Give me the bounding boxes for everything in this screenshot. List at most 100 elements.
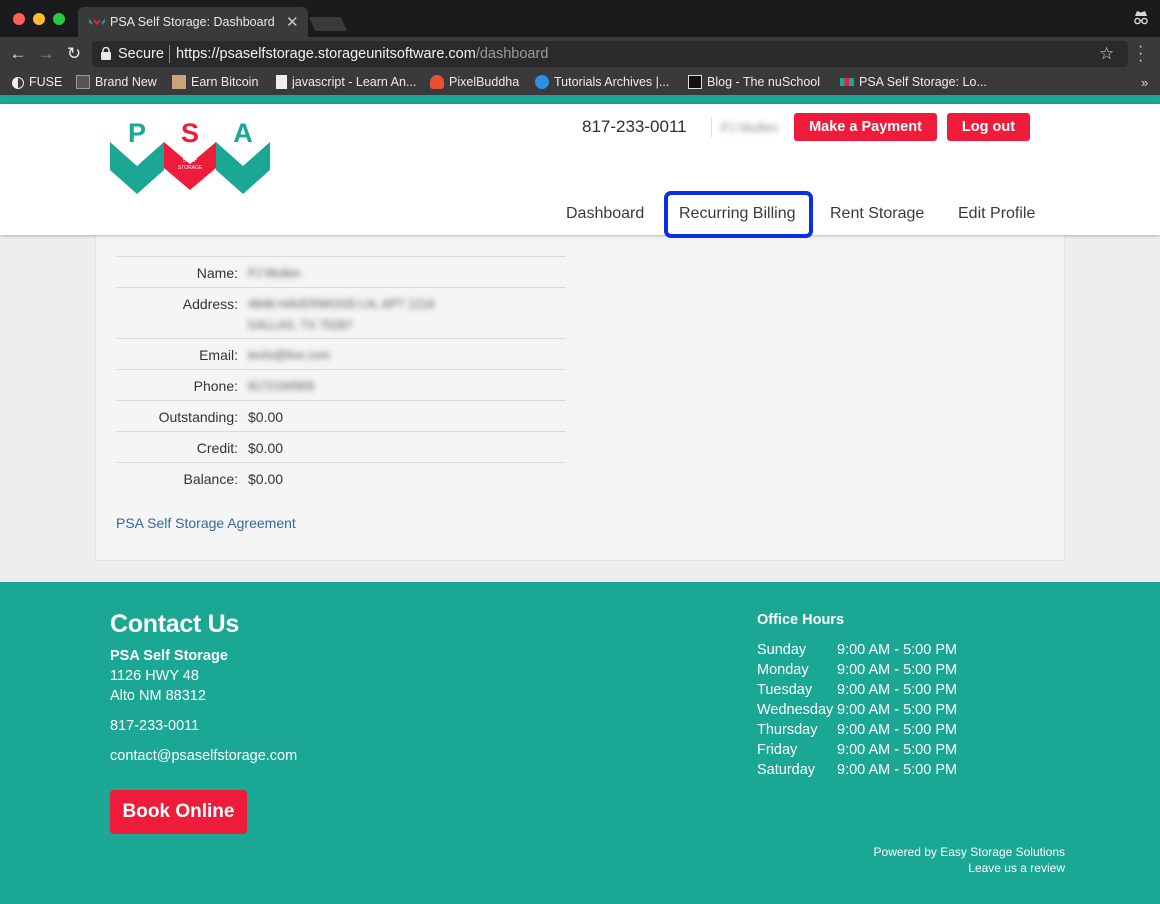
- hours-day: Friday: [757, 742, 798, 758]
- hours-row: Thursday 9:00 AM - 5:00 PM: [757, 722, 957, 738]
- account-panel: Name: PJ Mullen Address: 4848 HAVERWOOD …: [95, 225, 1065, 561]
- browser-tab-active[interactable]: PSA Self Storage: Dashboard ✕: [78, 7, 308, 37]
- info-value-credit: $0.00: [248, 440, 284, 456]
- drop-icon: [535, 75, 549, 89]
- hours-row: Friday 9:00 AM - 5:00 PM: [757, 742, 957, 758]
- url-main: https://psaselfstorage.storageunitsoftwa…: [176, 46, 476, 62]
- nav-dashboard[interactable]: Dashboard: [566, 205, 644, 223]
- info-label: Phone:: [193, 378, 238, 394]
- url-text: https://psaselfstorage.storageunitsoftwa…: [176, 46, 548, 62]
- browser-menu-icon[interactable]: · · ·: [1138, 39, 1143, 69]
- nav-edit-profile[interactable]: Edit Profile: [958, 205, 1035, 223]
- secure-label: Secure: [118, 46, 164, 62]
- footer-phone[interactable]: 817-233-0011: [110, 718, 199, 734]
- logo-letter-p: P: [128, 118, 146, 148]
- bookmark-label: Earn Bitcoin: [191, 75, 259, 89]
- info-value-phone: 8172194905: [248, 379, 315, 393]
- bookmark-brand-new[interactable]: Brand New: [76, 75, 157, 89]
- hours-time: 9:00 AM - 5:00 PM: [837, 642, 958, 658]
- browser-toolbar: ← → ↻ Secure https://psaselfstorage.stor…: [0, 37, 1160, 72]
- hours-time: 9:00 AM - 5:00 PM: [837, 722, 958, 738]
- reload-icon[interactable]: ↻: [64, 44, 84, 64]
- info-label: Name:: [196, 265, 238, 281]
- info-value-email: tecfo@live.com: [248, 348, 331, 362]
- bookmark-label: PSA Self Storage: Lo...: [859, 75, 987, 89]
- bookmark-label: Brand New: [95, 75, 157, 89]
- bookmark-earn-bitcoin[interactable]: Earn Bitcoin: [172, 75, 258, 89]
- hours-row: Tuesday 9:00 AM - 5:00 PM: [757, 682, 957, 698]
- info-label: Email:: [199, 347, 238, 363]
- nav-rent-storage[interactable]: Rent Storage: [830, 205, 924, 223]
- info-row-address: Address: 4848 HAVERWOOD LN, APT 1216 DALL…: [116, 287, 566, 338]
- info-label: Balance:: [183, 471, 238, 487]
- info-value-outstanding: $0.00: [248, 409, 284, 425]
- footer-email[interactable]: contact@psaselfstorage.com: [110, 748, 297, 764]
- url-path: /dashboard: [475, 46, 549, 62]
- more-bookmarks-icon[interactable]: »: [1141, 75, 1148, 90]
- review-link[interactable]: Leave us a review: [968, 861, 1065, 875]
- hours-row: Monday 9:00 AM - 5:00 PM: [757, 662, 957, 678]
- top-accent-strip: [0, 95, 1160, 104]
- address-line-1: 1126 HWY 48: [110, 668, 199, 684]
- bookmark-fuse[interactable]: FUSE: [12, 75, 62, 89]
- bookmarks-bar: FUSE Brand New Earn Bitcoin javascript -…: [0, 72, 1160, 95]
- back-arrow-icon[interactable]: ←: [8, 44, 28, 64]
- logo-letter-a: A: [233, 118, 253, 148]
- hours-time: 9:00 AM - 5:00 PM: [837, 762, 958, 778]
- url-divider: [169, 45, 170, 63]
- header-phone[interactable]: 817-233-0011: [582, 117, 687, 137]
- close-window-button[interactable]: [13, 13, 25, 25]
- tab-close-icon[interactable]: ✕: [286, 13, 299, 31]
- e-icon: [172, 75, 186, 89]
- hours-row: Saturday 9:00 AM - 5:00 PM: [757, 762, 957, 778]
- hours-time: 9:00 AM - 5:00 PM: [837, 742, 958, 758]
- info-row-credit: Credit: $0.00: [116, 431, 566, 462]
- user-name: PJ Mullen: [721, 120, 779, 135]
- psa-logo[interactable]: P S A SELF STORAGE: [110, 118, 270, 194]
- bookmark-psa[interactable]: PSA Self Storage: Lo...: [840, 75, 987, 89]
- info-label: Outstanding:: [158, 409, 238, 425]
- bookmark-nuschool[interactable]: Blog - The nuSchool: [688, 75, 820, 89]
- logo-letter-s: S: [181, 118, 199, 148]
- bookmark-javascript[interactable]: javascript - Learn An...: [276, 75, 416, 89]
- hours-day: Sunday: [757, 642, 807, 658]
- info-value-balance: $0.00: [248, 471, 284, 487]
- bookmark-label: Blog - The nuSchool: [707, 75, 821, 89]
- psa-favicon-icon: [89, 19, 105, 25]
- forward-arrow-icon[interactable]: →: [36, 44, 56, 64]
- powered-by-link[interactable]: Powered by Easy Storage Solutions: [874, 845, 1065, 859]
- company-name: PSA Self Storage: [110, 648, 228, 664]
- hours-day: Monday: [757, 662, 809, 678]
- make-payment-button[interactable]: Make a Payment: [794, 113, 937, 141]
- hours-row: Sunday 9:00 AM - 5:00 PM: [757, 642, 957, 658]
- hours-day: Wednesday: [757, 702, 834, 718]
- nav-recurring-billing[interactable]: Recurring Billing: [679, 205, 796, 223]
- hours-day: Thursday: [757, 722, 818, 738]
- psa-icon: [840, 78, 854, 86]
- bookmark-label: javascript - Learn An...: [292, 75, 417, 89]
- bookmark-pixelbuddha[interactable]: PixelBuddha: [430, 75, 519, 89]
- half-circle-icon: [12, 77, 24, 89]
- flag-icon: [276, 75, 287, 89]
- book-online-button[interactable]: Book Online: [110, 790, 247, 834]
- logout-button[interactable]: Log out: [947, 113, 1030, 141]
- hours-row: Wednesday 9:00 AM - 5:00 PM: [757, 702, 957, 718]
- agreement-link[interactable]: PSA Self Storage Agreement: [116, 515, 296, 531]
- info-label: Credit:: [196, 440, 238, 456]
- site-footer: Contact Us PSA Self Storage 1126 HWY 48 …: [0, 582, 1160, 904]
- address-bar[interactable]: Secure https://psaselfstorage.storageuni…: [92, 41, 1128, 67]
- bn-icon: [76, 75, 90, 89]
- bookmark-label: PixelBuddha: [449, 75, 520, 89]
- info-label: Address:: [182, 296, 238, 312]
- bookmark-tutorials[interactable]: Tutorials Archives |...: [535, 75, 669, 89]
- new-tab-button[interactable]: [308, 17, 348, 31]
- bookmark-star-icon[interactable]: ☆: [1099, 44, 1114, 64]
- incognito-icon: [1134, 11, 1148, 25]
- contact-title: Contact Us: [110, 610, 239, 638]
- minimize-window-button[interactable]: [33, 13, 45, 25]
- info-row-outstanding: Outstanding: $0.00: [116, 400, 566, 431]
- site-header: P S A SELF STORAGE 817-233-0011 PJ Mulle…: [0, 104, 1160, 238]
- hours-time: 9:00 AM - 5:00 PM: [837, 702, 958, 718]
- maximize-window-button[interactable]: [53, 13, 65, 25]
- address-line-2: Alto NM 88312: [110, 688, 206, 704]
